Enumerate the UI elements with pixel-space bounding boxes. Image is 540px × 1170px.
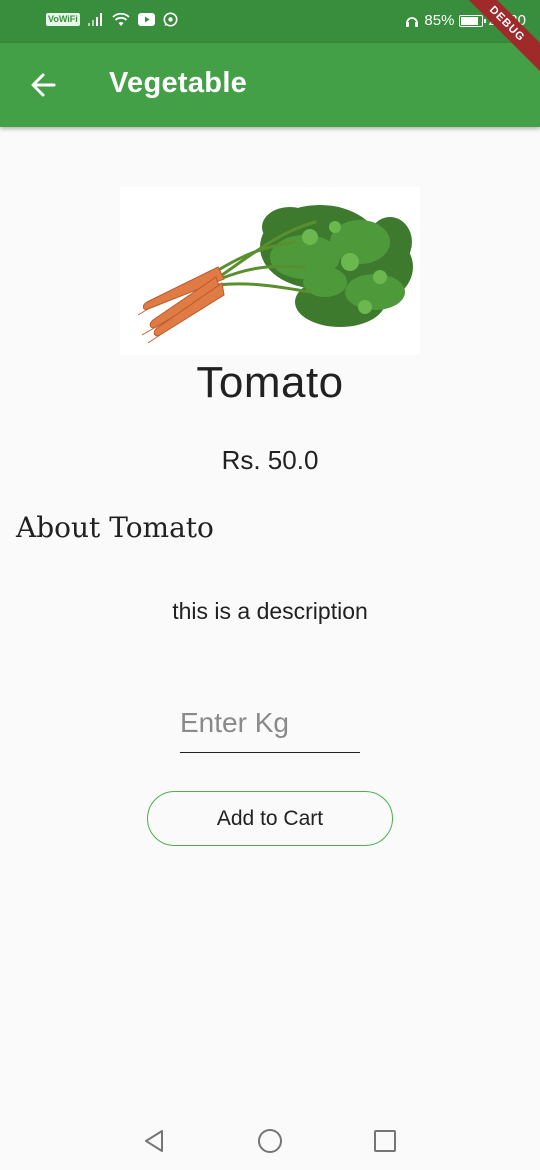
nav-recents-button[interactable] xyxy=(370,1126,400,1156)
system-nav-bar xyxy=(0,1112,540,1170)
page-title: Vegetable xyxy=(109,67,248,99)
battery-level xyxy=(461,16,478,25)
signal-icon xyxy=(87,13,102,26)
status-bar: VoWiFi 85% 22: xyxy=(0,0,540,43)
product-image xyxy=(120,187,420,355)
product-description: this is a description xyxy=(172,598,368,624)
headphones-icon xyxy=(406,16,419,27)
app-bar: Vegetable xyxy=(0,43,540,127)
nav-home-button[interactable] xyxy=(255,1126,285,1156)
whatsapp-icon xyxy=(163,12,178,27)
vowifi-badge: VoWiFi xyxy=(46,13,80,26)
back-button[interactable] xyxy=(26,67,62,103)
status-left: VoWiFi xyxy=(46,12,178,27)
arrow-left-icon xyxy=(31,73,56,97)
product-price: Rs. 50.0 xyxy=(221,445,319,475)
battery-percent: 85% xyxy=(424,12,455,29)
kg-input[interactable] xyxy=(180,693,360,753)
carrot-bunch-icon xyxy=(137,205,413,344)
back-triangle-icon xyxy=(145,1130,163,1152)
nav-back-button[interactable] xyxy=(140,1126,170,1156)
product-name: Tomato xyxy=(196,358,344,407)
recents-square-icon xyxy=(374,1130,396,1152)
add-to-cart-button[interactable]: Add to Cart xyxy=(147,791,393,846)
youtube-icon xyxy=(137,13,155,26)
battery-icon xyxy=(459,14,487,27)
home-circle-icon xyxy=(258,1129,282,1153)
wifi-icon xyxy=(112,12,130,26)
about-heading: About Tomato xyxy=(16,511,214,544)
